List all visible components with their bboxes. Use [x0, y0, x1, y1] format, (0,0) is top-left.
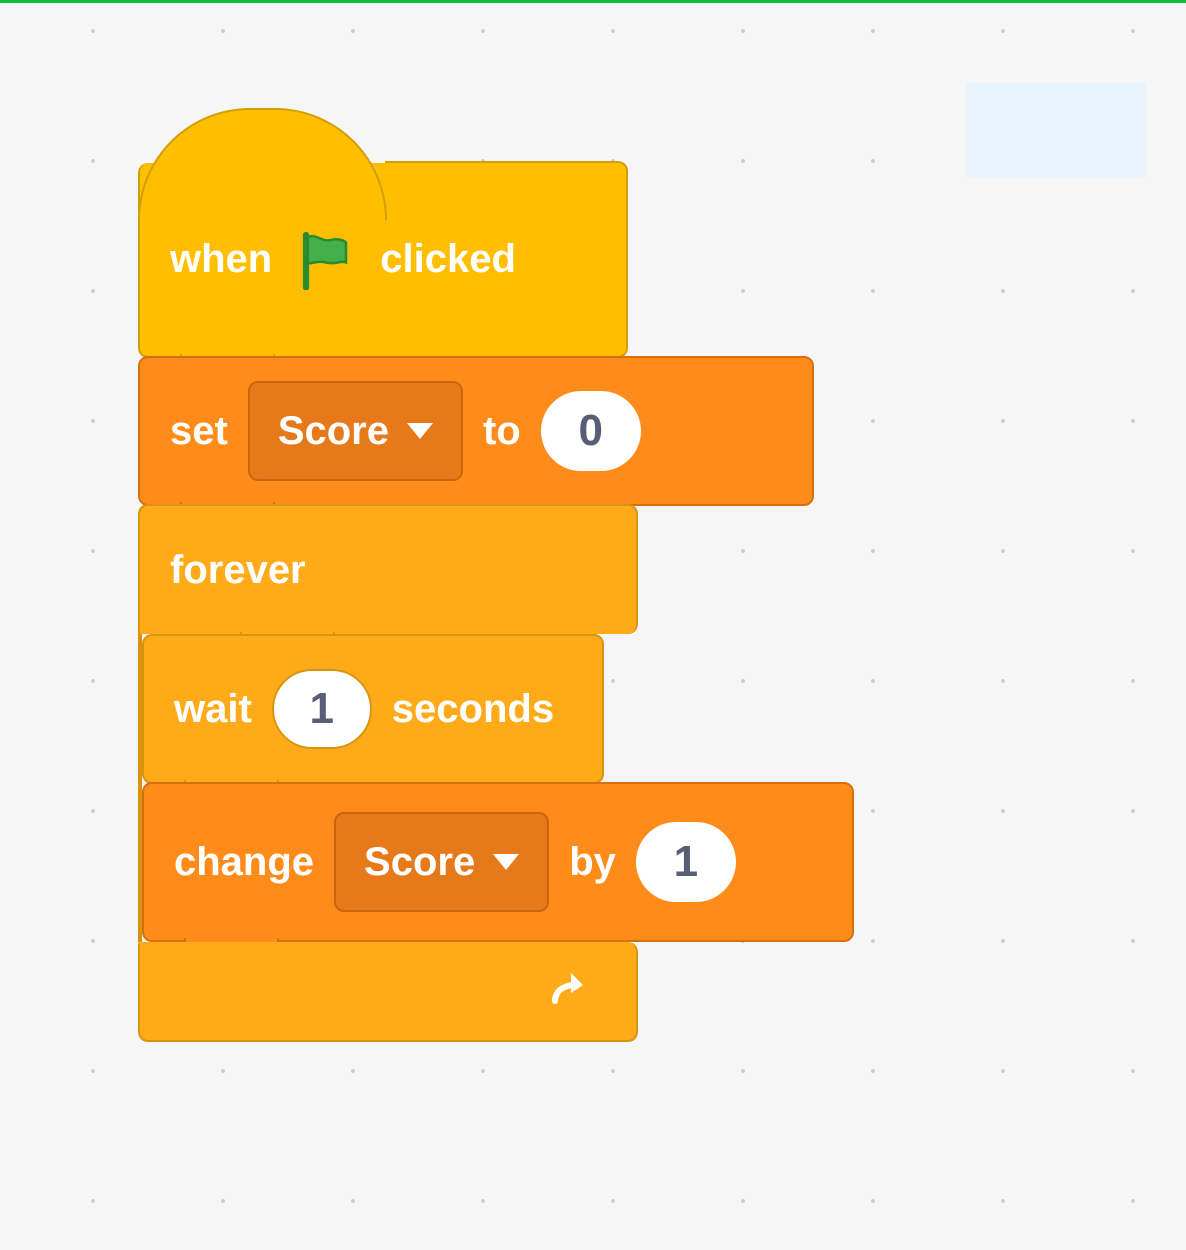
- seconds-label: seconds: [392, 687, 554, 732]
- loop-arrow-icon: [543, 965, 591, 1018]
- selection-highlight: [966, 83, 1146, 178]
- hat-text-when: when: [170, 237, 272, 282]
- change-value-input[interactable]: 1: [636, 822, 736, 902]
- wait-value: 1: [310, 684, 334, 734]
- dropdown-value-change: Score: [364, 840, 475, 885]
- to-label: to: [483, 409, 521, 454]
- wait-label: wait: [174, 687, 252, 732]
- forever-label: forever: [170, 548, 306, 593]
- wait-input[interactable]: 1: [272, 669, 372, 749]
- dropdown-value: Score: [278, 409, 389, 454]
- when-flag-clicked-block[interactable]: when clicked: [138, 163, 628, 358]
- set-label: set: [170, 409, 228, 454]
- wait-block[interactable]: wait 1 seconds: [142, 634, 604, 784]
- hat-text-clicked: clicked: [380, 237, 516, 282]
- green-flag-icon: [296, 230, 356, 290]
- change-variable-block[interactable]: change Score by 1: [142, 782, 854, 942]
- script-stack[interactable]: when clicked set Score to 0 forever: [138, 108, 814, 1042]
- variable-dropdown-change[interactable]: Score: [334, 812, 549, 912]
- forever-block[interactable]: forever wait 1 seconds change: [138, 504, 638, 1042]
- change-value-text: 1: [674, 837, 698, 887]
- variable-dropdown[interactable]: Score: [248, 381, 463, 481]
- change-label: change: [174, 840, 314, 885]
- chevron-down-icon: [407, 423, 433, 439]
- value-input[interactable]: 0: [541, 391, 641, 471]
- set-variable-block[interactable]: set Score to 0: [138, 356, 814, 506]
- value-text: 0: [579, 406, 603, 456]
- chevron-down-icon: [493, 854, 519, 870]
- by-label: by: [569, 840, 616, 885]
